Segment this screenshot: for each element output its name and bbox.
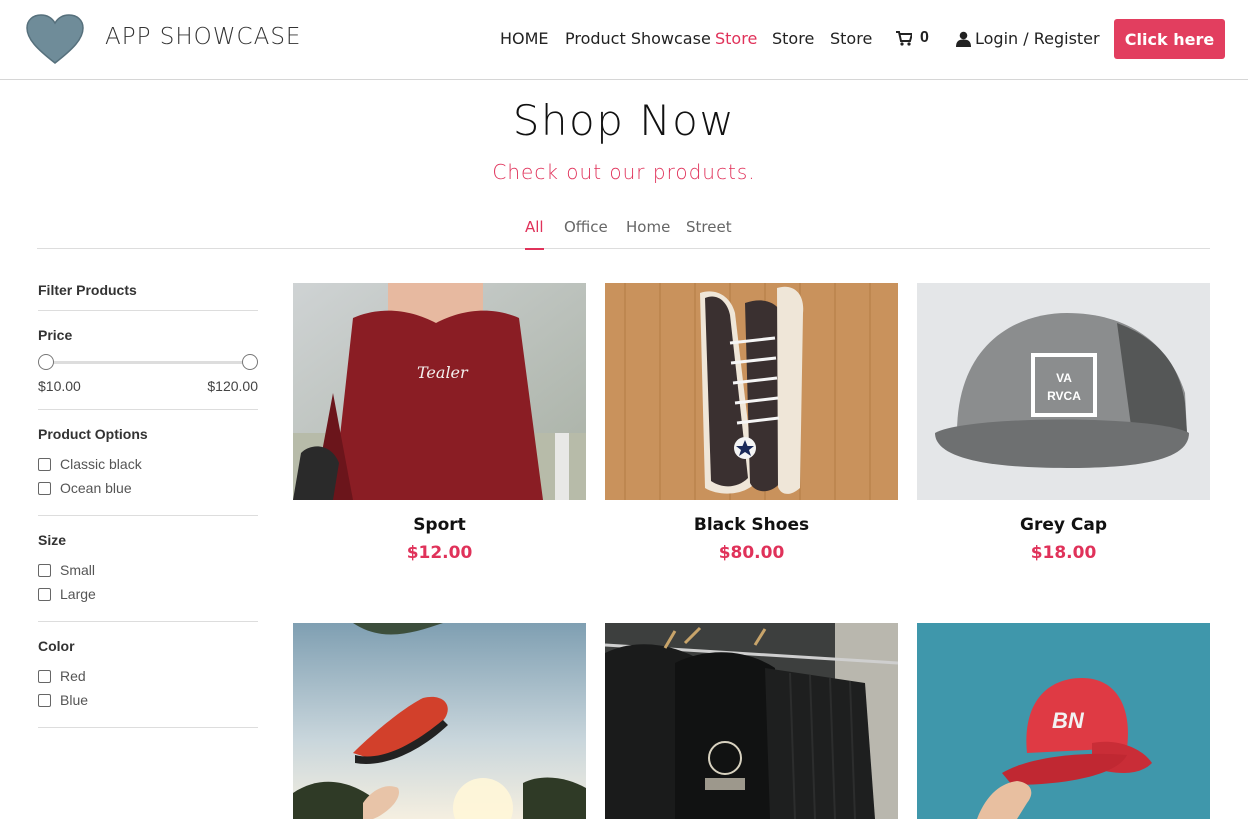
price-range-values: $10.00 $120.00 bbox=[38, 378, 258, 394]
click-here-button[interactable]: Click here bbox=[1114, 19, 1225, 59]
svg-text:RVCA: RVCA bbox=[1047, 389, 1081, 403]
site-header: APP SHOWCASE HOME Product Showcase Store… bbox=[0, 0, 1248, 80]
product-card-black-shoes[interactable]: Black Shoes $80.00 bbox=[605, 283, 898, 563]
size-filter: Size Small Large bbox=[38, 516, 258, 622]
nav-store[interactable]: Store bbox=[772, 29, 814, 48]
checkbox[interactable] bbox=[38, 563, 51, 577]
product-card-sneaker[interactable] bbox=[293, 623, 586, 819]
option-ocean-blue[interactable]: Ocean blue bbox=[38, 476, 258, 500]
cart-count: 0 bbox=[920, 29, 929, 46]
svg-text:Tealer: Tealer bbox=[417, 363, 469, 382]
option-label: Classic black bbox=[60, 456, 142, 472]
product-name[interactable]: Sport bbox=[293, 515, 586, 535]
product-image-grey-cap[interactable]: VA RVCA bbox=[917, 283, 1210, 500]
checkbox[interactable] bbox=[38, 457, 51, 471]
option-large[interactable]: Large bbox=[38, 582, 258, 606]
price-max-label: $120.00 bbox=[207, 378, 258, 394]
product-image-red-cap[interactable]: BN bbox=[917, 623, 1210, 819]
product-price: $18.00 bbox=[1030, 543, 1097, 563]
tab-home[interactable]: Home bbox=[626, 218, 670, 249]
filter-heading: Filter Products bbox=[38, 282, 258, 311]
product-price: $12.00 bbox=[406, 543, 473, 563]
product-options-filter: Product Options Classic black Ocean blue bbox=[38, 410, 258, 516]
price-filter: Price $10.00 $120.00 bbox=[38, 311, 258, 410]
price-min-label: $10.00 bbox=[38, 378, 81, 394]
nav-home[interactable]: HOME bbox=[500, 29, 549, 48]
cart-link[interactable]: 0 bbox=[896, 29, 929, 47]
product-card-black-tshirts[interactable] bbox=[605, 623, 898, 819]
product-image-red-sneaker[interactable] bbox=[293, 623, 586, 819]
brand-name[interactable]: APP SHOWCASE bbox=[105, 24, 301, 50]
checkbox[interactable] bbox=[38, 693, 51, 707]
login-register-label: Login / Register bbox=[975, 29, 1100, 48]
option-classic-black[interactable]: Classic black bbox=[38, 452, 258, 476]
color-filter: Color Red Blue bbox=[38, 622, 258, 728]
product-image-black-tshirts[interactable] bbox=[605, 623, 898, 819]
slider-track bbox=[46, 361, 250, 364]
nav-store-active[interactable]: Store bbox=[715, 29, 757, 48]
size-title: Size bbox=[38, 532, 67, 548]
option-label: Ocean blue bbox=[60, 480, 132, 496]
product-image-red-tshirt[interactable]: Tealer bbox=[293, 283, 586, 500]
svg-text:BN: BN bbox=[1052, 708, 1085, 733]
product-price: $80.00 bbox=[718, 543, 785, 563]
price-title: Price bbox=[38, 327, 73, 343]
svg-text:VA: VA bbox=[1056, 371, 1072, 385]
checkbox[interactable] bbox=[38, 481, 51, 495]
shopping-cart-icon bbox=[896, 30, 912, 46]
product-card-red-cap[interactable]: BN bbox=[917, 623, 1210, 819]
page-title: Shop Now bbox=[512, 96, 736, 145]
nav-store[interactable]: Store bbox=[830, 29, 872, 48]
product-card-grey-cap[interactable]: VA RVCA Grey Cap $18.00 bbox=[917, 283, 1210, 563]
option-red[interactable]: Red bbox=[38, 664, 258, 688]
nav-product-showcase[interactable]: Product Showcase bbox=[565, 29, 711, 48]
option-label: Small bbox=[60, 562, 96, 578]
option-small[interactable]: Small bbox=[38, 558, 258, 582]
tab-all[interactable]: All bbox=[525, 218, 544, 250]
product-image-black-shoes[interactable] bbox=[605, 283, 898, 500]
price-range-slider[interactable] bbox=[38, 353, 258, 371]
slider-min-handle[interactable] bbox=[38, 354, 54, 370]
product-name[interactable]: Grey Cap bbox=[917, 515, 1210, 535]
option-blue[interactable]: Blue bbox=[38, 688, 258, 712]
product-name[interactable]: Black Shoes bbox=[605, 515, 898, 535]
login-register-link[interactable]: Login / Register bbox=[956, 29, 1100, 48]
color-title: Color bbox=[38, 638, 75, 654]
heart-logo-icon[interactable] bbox=[25, 13, 85, 65]
product-options-title: Product Options bbox=[38, 426, 148, 442]
tab-office[interactable]: Office bbox=[564, 218, 608, 249]
option-label: Large bbox=[60, 586, 96, 602]
option-label: Blue bbox=[60, 692, 89, 708]
slider-max-handle[interactable] bbox=[242, 354, 258, 370]
user-icon bbox=[956, 31, 971, 47]
checkbox[interactable] bbox=[38, 669, 51, 683]
page-subtitle: Check out our products. bbox=[492, 160, 756, 184]
option-label: Red bbox=[60, 668, 86, 684]
checkbox[interactable] bbox=[38, 587, 51, 601]
category-tabs: All Office Home Street bbox=[37, 218, 1210, 250]
tab-street[interactable]: Street bbox=[686, 218, 732, 249]
filter-sidebar: Filter Products Price $10.00 $120.00 Pro… bbox=[38, 282, 258, 728]
product-card-sport[interactable]: Tealer Sport $12.00 bbox=[293, 283, 586, 563]
